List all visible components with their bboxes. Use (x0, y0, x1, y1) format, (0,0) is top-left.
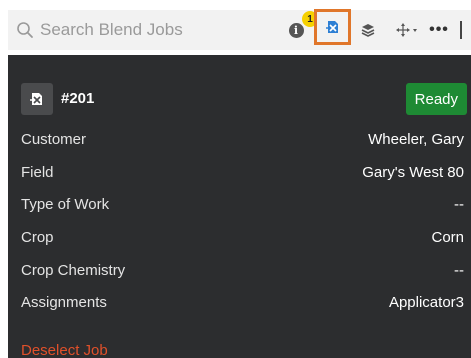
info-icon: i (288, 22, 304, 38)
detail-value: Applicator3 (388, 293, 464, 311)
search-icon (17, 22, 33, 38)
detail-label: Crop Chemistry (21, 261, 126, 279)
move-button[interactable] (392, 10, 422, 50)
detail-value: Wheeler, Gary (368, 130, 464, 148)
detail-value: Gary's West 80 (362, 163, 464, 181)
layers-icon (361, 24, 375, 37)
search-bar[interactable] (8, 10, 277, 50)
job-type-badge (21, 83, 53, 115)
detail-row-crop: Crop Corn (21, 226, 464, 248)
search-input[interactable] (40, 20, 260, 40)
blend-job-button[interactable] (314, 9, 351, 45)
info-button[interactable]: i 1 (285, 10, 318, 50)
detail-label: Crop (21, 228, 54, 246)
detail-row-type-of-work: Type of Work -- (21, 193, 464, 215)
detail-label: Field (21, 163, 54, 181)
more-options-button[interactable]: ••• (427, 10, 451, 50)
top-bar: i 1 ••• (0, 0, 471, 55)
detail-row-assignments: Assignments Applicator3 (21, 291, 464, 313)
detail-value: Corn (431, 228, 464, 246)
deselect-job-link[interactable]: Deselect Job (21, 342, 108, 358)
detail-value: -- (454, 195, 464, 213)
job-details-panel: #201 Ready Customer Wheeler, Gary Field … (8, 55, 471, 358)
detail-row-customer: Customer Wheeler, Gary (21, 128, 464, 150)
move-icon (396, 23, 417, 37)
job-header: #201 Ready (21, 83, 467, 115)
detail-label: Customer (21, 130, 87, 148)
detail-row-field: Field Gary's West 80 (21, 161, 464, 183)
job-number: #201 (61, 90, 95, 107)
detail-label: Type of Work (21, 195, 110, 213)
detail-label: Assignments (21, 293, 107, 311)
detail-row-crop-chemistry: Crop Chemistry -- (21, 259, 464, 281)
blend-job-icon (325, 21, 338, 33)
blend-job-icon (30, 93, 42, 105)
toolbar-divider (460, 21, 462, 39)
map-toolbar: i 1 ••• (277, 9, 471, 50)
layers-button[interactable] (357, 10, 379, 50)
status-badge: Ready (405, 83, 467, 115)
detail-value: -- (454, 261, 464, 279)
